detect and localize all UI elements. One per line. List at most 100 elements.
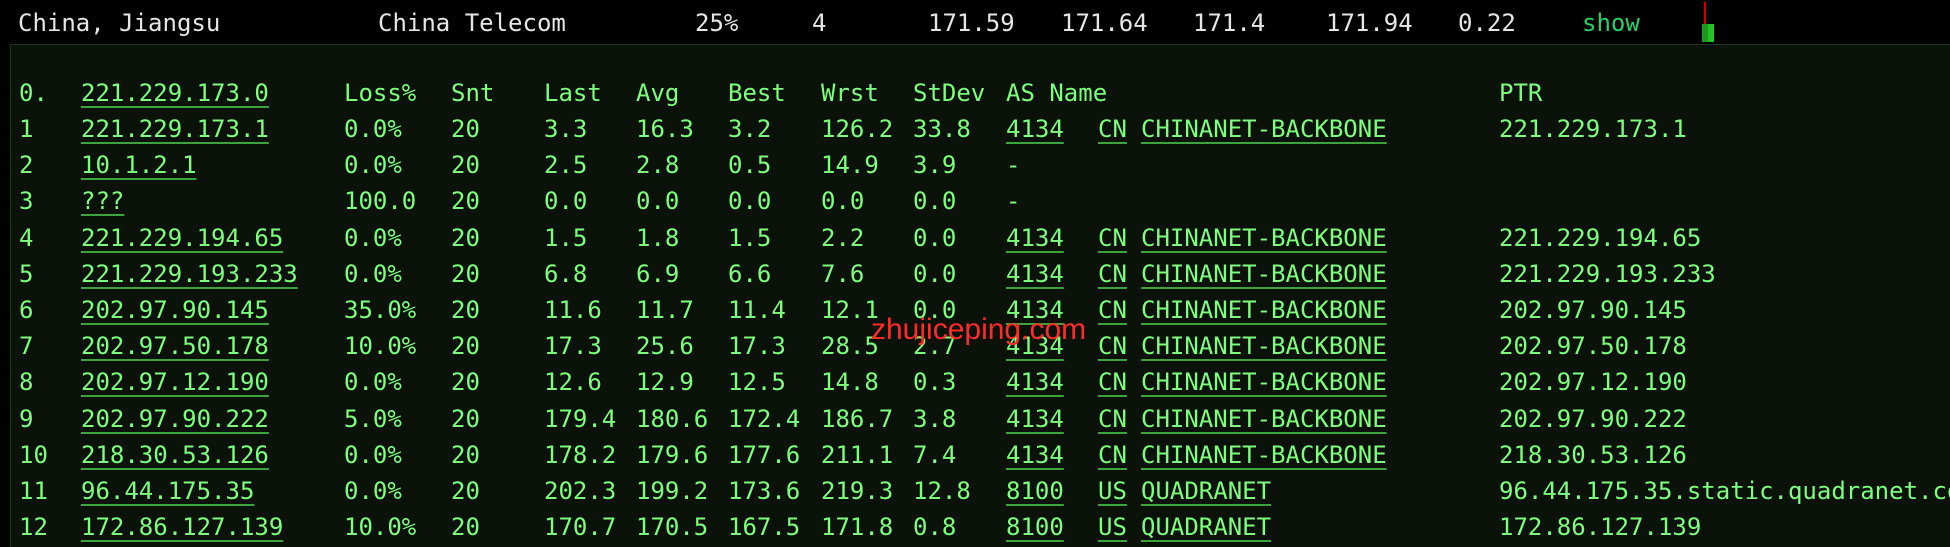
cell-ptr: 221.229.194.65 (1499, 223, 1702, 252)
cell-ptr: 202.97.90.145 (1499, 296, 1687, 324)
cell-wrst: 126.2 (821, 115, 894, 143)
cell-stdev: 3.8 (913, 404, 957, 433)
cell-stdev: 0.3 (913, 368, 957, 397)
cell-host[interactable]: 202.97.50.178 (81, 328, 269, 364)
cell-stdev: 7.4 (913, 440, 957, 469)
header-ptr: PTR (1499, 79, 1543, 107)
summary-snt: 4 (812, 9, 827, 37)
cell-wrst: 7.6 (821, 259, 865, 288)
cell-asname: CHINANET-BACKBONE (1141, 115, 1387, 143)
header-host[interactable]: 221.229.173.0 (81, 75, 269, 111)
cell-snt: 20 (451, 332, 480, 361)
cell-snt: 20 (451, 151, 480, 180)
cell-asn: 4134 (1006, 259, 1064, 288)
cell-wrst: 14.8 (821, 368, 879, 397)
table-row: 10 218.30.53.126 0.0% 20 178.2 179.6 177.6 211.… (11, 437, 1950, 473)
cell-best: 6.6 (728, 259, 772, 288)
cell-hop: 3 (19, 187, 34, 216)
show-link[interactable]: show (1582, 9, 1640, 37)
latency-sparkline-icon (1700, 2, 1720, 42)
cell-snt: 20 (451, 404, 480, 433)
cell-snt: 20 (451, 187, 480, 216)
cell-avg: 12.9 (636, 368, 694, 397)
header-wrst: Wrst (821, 79, 879, 107)
summary-last: 171.59 (928, 9, 1015, 37)
cell-last: 170.7 (544, 513, 617, 542)
cell-host[interactable]: 202.97.12.190 (81, 364, 269, 400)
cell-asname: QUADRANET (1141, 513, 1272, 542)
cell-stdev: 0.0 (913, 187, 957, 216)
cell-best: 0.0 (728, 187, 772, 216)
header-as-name: AS Name (1006, 79, 1108, 107)
cell-hop: 7 (19, 332, 34, 361)
cell-wrst: 2.2 (821, 223, 865, 252)
cell-hop: 12 (19, 513, 48, 542)
cell-stdev: 0.0 (913, 259, 957, 288)
cell-snt: 20 (451, 259, 480, 288)
cell-best: 11.4 (728, 296, 786, 324)
cell-asn: - (1006, 151, 1021, 180)
cell-snt: 20 (451, 440, 480, 469)
cell-cc: CN (1098, 440, 1127, 469)
cell-cc: US (1098, 477, 1127, 505)
cell-asn: - (1006, 187, 1021, 216)
cell-cc: CN (1098, 368, 1127, 397)
cell-last: 0.0 (544, 187, 588, 216)
table-row: 11 96.44.175.35 0.0% 20 202.3 199.2 173.6 219.3… (11, 473, 1950, 509)
cell-ptr: 221.229.193.233 (1499, 259, 1716, 288)
cell-avg: 170.5 (636, 513, 709, 542)
cell-last: 202.3 (544, 477, 617, 505)
cell-hop: 4 (19, 223, 34, 252)
cell-host[interactable]: 202.97.90.145 (81, 292, 269, 328)
cell-host[interactable]: 221.229.193.233 (81, 256, 298, 292)
header-stdev: StDev (913, 79, 986, 107)
cell-host[interactable]: 221.229.173.1 (81, 111, 269, 147)
cell-last: 179.4 (544, 404, 617, 433)
cell-host[interactable]: 172.86.127.139 (81, 509, 283, 545)
cell-asn: 4134 (1006, 440, 1064, 469)
table-header: 0. 221.229.173.0 Loss% Snt Last Avg Best… (11, 75, 1950, 111)
cell-avg: 2.8 (636, 151, 680, 180)
cell-snt: 20 (451, 223, 480, 252)
cell-wrst: 219.3 (821, 477, 894, 505)
cell-last: 6.8 (544, 259, 588, 288)
cell-avg: 6.9 (636, 259, 680, 288)
cell-cc: US (1098, 513, 1127, 542)
cell-asn: 8100 (1006, 513, 1064, 542)
cell-cc: CN (1098, 332, 1127, 361)
cell-asname: QUADRANET (1141, 477, 1272, 505)
cell-host[interactable]: 96.44.175.35 (81, 473, 254, 509)
summary-stdev: 0.22 (1458, 9, 1516, 37)
cell-host[interactable]: 202.97.90.222 (81, 401, 269, 437)
table-row: 9 202.97.90.222 5.0% 20 179.4 180.6 172.4 186.7… (11, 401, 1950, 437)
cell-asname: CHINANET-BACKBONE (1141, 368, 1387, 397)
cell-best: 3.2 (728, 115, 772, 143)
cell-wrst: 186.7 (821, 404, 894, 433)
cell-ptr: 172.86.127.139 (1499, 513, 1702, 542)
table-row: 12 172.86.127.139 10.0% 20 170.7 170.5 167.5 17… (11, 509, 1950, 545)
header-hop: 0. (19, 79, 48, 107)
cell-host[interactable]: 218.30.53.126 (81, 437, 269, 473)
cell-ptr: 221.229.173.1 (1499, 115, 1687, 143)
cell-hop: 2 (19, 151, 34, 180)
cell-ptr: 202.97.12.190 (1499, 368, 1687, 397)
summary-loss: 25% (695, 9, 739, 37)
cell-avg: 180.6 (636, 404, 709, 433)
cell-host[interactable]: 10.1.2.1 (81, 147, 197, 183)
summary-isp: China Telecom (378, 9, 566, 37)
table-row: 8 202.97.12.190 0.0% 20 12.6 12.9 12.5 14.8 0.3 4… (11, 364, 1950, 400)
table-row: 2 10.1.2.1 0.0% 20 2.5 2.8 0.5 14.9 3.9 - (11, 147, 1950, 183)
cell-avg: 199.2 (636, 477, 709, 505)
cell-avg: 1.8 (636, 223, 680, 252)
cell-cc: CN (1098, 259, 1127, 288)
cell-asn: 4134 (1006, 368, 1064, 397)
cell-last: 11.6 (544, 296, 602, 324)
header-snt: Snt (451, 79, 495, 107)
cell-host[interactable]: 221.229.194.65 (81, 220, 283, 256)
cell-hop: 1 (19, 115, 34, 143)
cell-hop: 5 (19, 259, 34, 288)
cell-host[interactable]: ??? (81, 183, 124, 219)
cell-snt: 20 (451, 513, 480, 542)
cell-wrst: 171.8 (821, 513, 894, 542)
cell-loss: 0.0% (344, 368, 402, 397)
